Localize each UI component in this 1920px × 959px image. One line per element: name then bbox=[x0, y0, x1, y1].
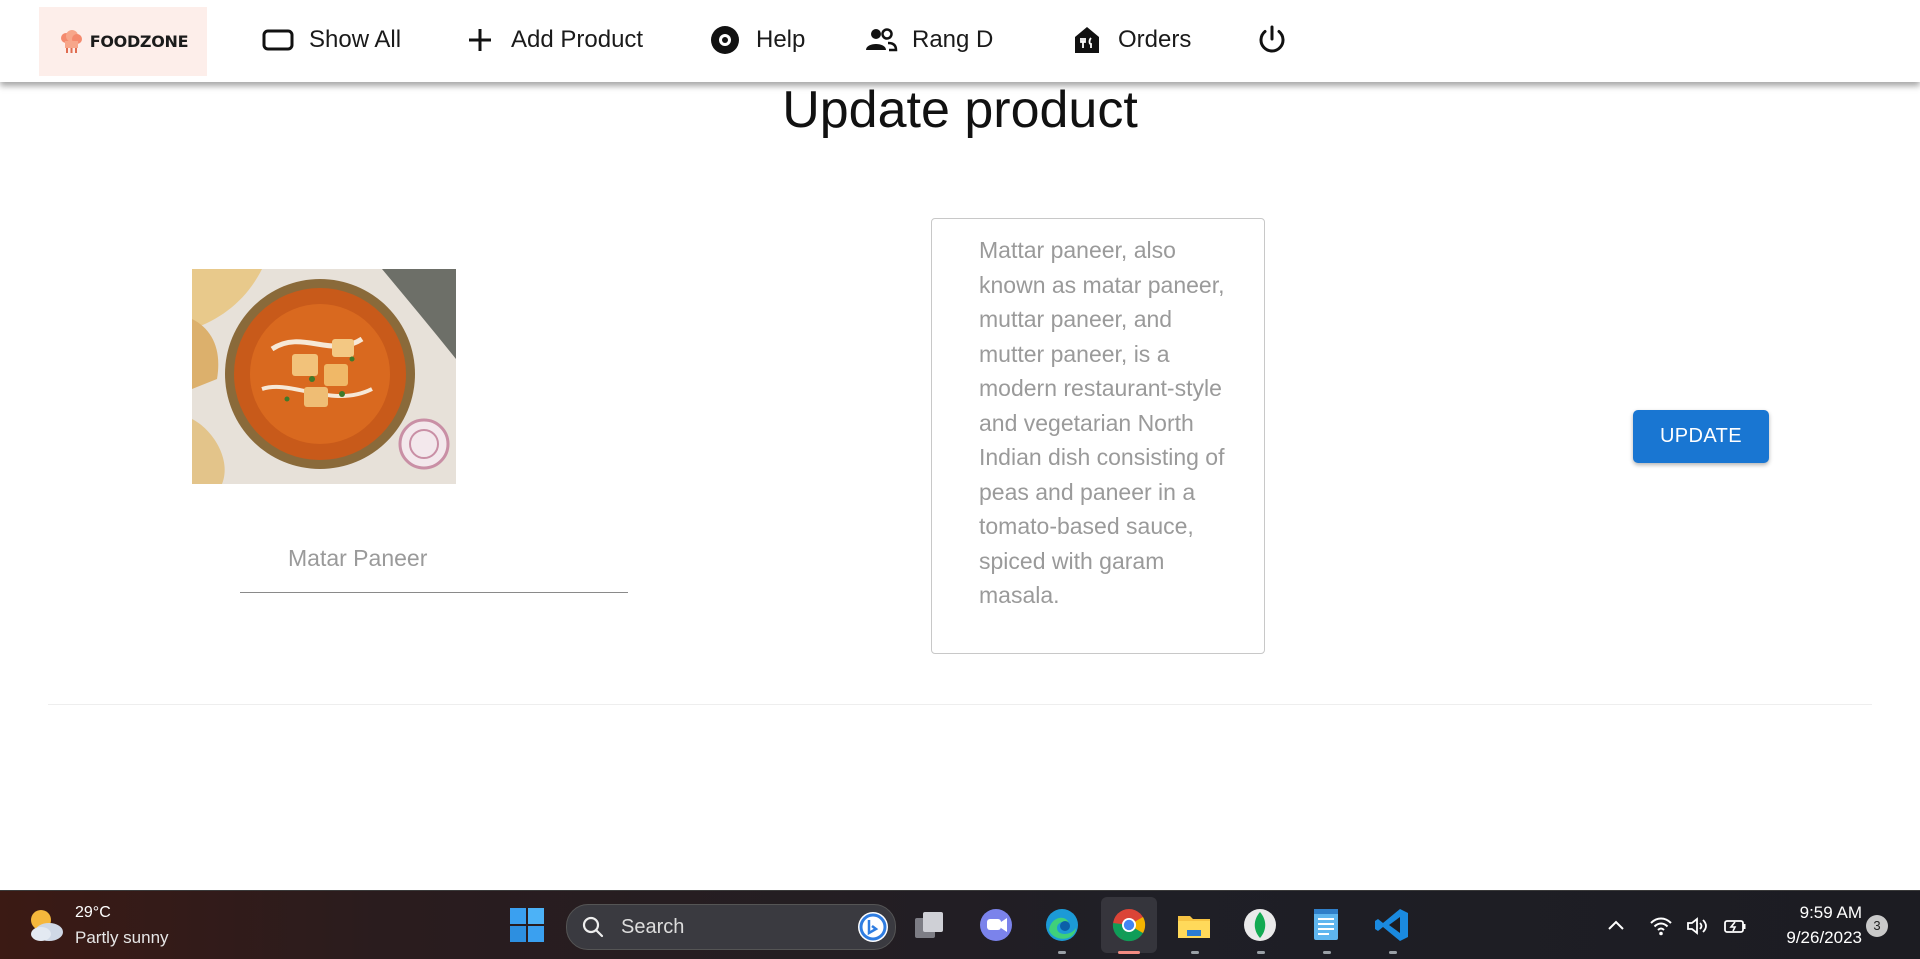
description-textarea[interactable]: Mattar paneer, also known as matar panee… bbox=[931, 218, 1265, 654]
product-name-field bbox=[240, 530, 628, 593]
clock-time[interactable]: 9:59 AM bbox=[1772, 903, 1862, 923]
teams-chat-icon[interactable] bbox=[977, 906, 1015, 944]
logout-button[interactable] bbox=[1255, 18, 1289, 62]
nav-help[interactable]: Help bbox=[708, 18, 805, 62]
search-label: Search bbox=[621, 916, 685, 938]
vscode-icon[interactable] bbox=[1373, 906, 1411, 944]
nav-show-all[interactable]: Show All bbox=[261, 18, 401, 62]
nav-user-label: Rang D bbox=[912, 26, 994, 53]
task-view-icon[interactable] bbox=[911, 906, 949, 944]
taskbar-search[interactable]: Search bbox=[566, 904, 896, 950]
chevron-up-icon[interactable] bbox=[1603, 913, 1629, 939]
brand-name: FOODZONE bbox=[89, 32, 189, 51]
nav-orders-label: Orders bbox=[1118, 26, 1192, 53]
screen-icon bbox=[262, 29, 294, 51]
windows-start-icon[interactable] bbox=[508, 906, 546, 944]
file-explorer-running-indicator bbox=[1191, 951, 1199, 954]
windows-taskbar: 29°C Partly sunny Search 9:59 AM 9/26/20… bbox=[0, 890, 1920, 959]
notification-badge[interactable]: 3 bbox=[1866, 915, 1888, 937]
partly-sunny-icon bbox=[31, 910, 63, 941]
bing-icon[interactable] bbox=[857, 911, 889, 943]
weather-condition: Partly sunny bbox=[75, 928, 169, 947]
clock-date[interactable]: 9/26/2023 bbox=[1762, 928, 1862, 948]
nav-orders[interactable]: Orders bbox=[1070, 18, 1191, 62]
power-icon bbox=[1259, 25, 1285, 53]
wifi-icon[interactable] bbox=[1648, 913, 1674, 939]
people-icon bbox=[866, 28, 898, 52]
notepad-running-indicator bbox=[1323, 951, 1331, 954]
chrome-icon[interactable] bbox=[1110, 906, 1148, 944]
notepad-icon[interactable] bbox=[1307, 906, 1345, 944]
weather-temperature: 29°C bbox=[75, 904, 111, 921]
edge-icon[interactable] bbox=[1043, 906, 1081, 944]
chef-hat-icon bbox=[60, 29, 82, 53]
file-explorer-icon[interactable] bbox=[1175, 906, 1213, 944]
description-text: Mattar paneer, also known as matar panee… bbox=[979, 237, 1225, 608]
edge-running-indicator bbox=[1058, 951, 1066, 954]
chrome-active-indicator bbox=[1118, 951, 1140, 954]
nav-user[interactable]: Rang D bbox=[864, 18, 993, 62]
product-name-input[interactable] bbox=[288, 540, 618, 576]
volume-icon[interactable] bbox=[1685, 913, 1711, 939]
divider bbox=[48, 704, 1872, 705]
nav-add-product-label: Add Product bbox=[511, 26, 644, 53]
product-image[interactable] bbox=[192, 269, 456, 484]
battery-charging-icon[interactable] bbox=[1722, 913, 1748, 939]
restaurant-icon bbox=[1075, 27, 1099, 53]
page-title: Update product bbox=[782, 81, 1138, 139]
mongodb-running-indicator bbox=[1257, 951, 1265, 954]
vscode-running-indicator bbox=[1389, 951, 1397, 954]
nav-show-all-label: Show All bbox=[309, 26, 402, 53]
help-orb-icon bbox=[711, 26, 739, 54]
mongodb-compass-icon[interactable] bbox=[1241, 906, 1279, 944]
search-icon bbox=[582, 916, 604, 938]
plus-icon bbox=[469, 29, 491, 51]
app-bar: FOODZONE Show All Add Product Help Rang … bbox=[0, 0, 1920, 82]
nav-help-label: Help bbox=[756, 26, 806, 53]
foodzone-logo[interactable]: FOODZONE bbox=[39, 7, 207, 76]
nav-add-product[interactable]: Add Product bbox=[463, 18, 643, 62]
update-button[interactable]: UPDATE bbox=[1633, 410, 1769, 463]
